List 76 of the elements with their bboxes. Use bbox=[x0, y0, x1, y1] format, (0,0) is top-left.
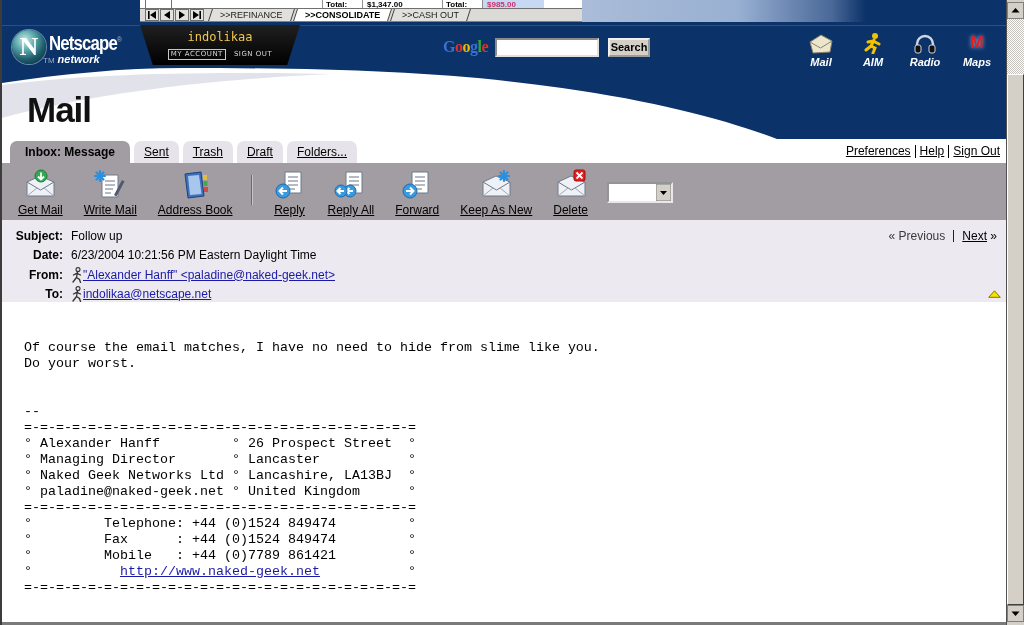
toolbar-button[interactable]: Reply All bbox=[327, 163, 375, 217]
next-link[interactable]: Next » bbox=[962, 227, 997, 244]
person-icon bbox=[71, 266, 82, 283]
folder-dropdown[interactable] bbox=[606, 182, 673, 203]
field-value: Follow up bbox=[71, 227, 123, 244]
header-link[interactable]: Preferences bbox=[845, 144, 911, 158]
signature-line: -- bbox=[24, 404, 40, 420]
toolbar-button[interactable]: Get Mail bbox=[18, 163, 63, 217]
toolbar-button[interactable]: Write Mail bbox=[83, 163, 137, 217]
offer-tab[interactable]: >>CONSOLIDATE bbox=[292, 9, 392, 21]
next-page-button[interactable] bbox=[175, 9, 189, 21]
message-text: Of course the email matches, I have no need to hide from slime like you. Do your worst. bbox=[24, 340, 600, 372]
page-title: Mail bbox=[27, 90, 92, 130]
field-label: Subject: bbox=[15, 227, 63, 244]
signature-line: ° Alexander Hanff ° 26 Prospect Street ° bbox=[24, 436, 416, 452]
offer-tab[interactable]: >>REFINANCE bbox=[208, 9, 295, 21]
folder-tab[interactable]: Sent bbox=[134, 141, 179, 163]
offer-tab[interactable]: >>CASH OUT bbox=[389, 9, 471, 21]
folder-tab[interactable]: Folders... bbox=[286, 141, 357, 163]
caret-icon bbox=[655, 184, 671, 201]
total-amount: $985.00 bbox=[482, 0, 544, 8]
scroll-up-button[interactable] bbox=[1007, 2, 1024, 19]
signature-line: ° Managing Director ° Lancaster ° bbox=[24, 452, 416, 468]
toolbar-button[interactable]: Reply bbox=[272, 163, 307, 217]
envelope-icon bbox=[808, 32, 834, 54]
first-page-button[interactable] bbox=[145, 9, 159, 21]
headphones-icon bbox=[912, 32, 938, 54]
maps-logo: M bbox=[970, 33, 984, 53]
header-link[interactable]: Help bbox=[919, 144, 945, 158]
signature-line: ° Mobile : +44 (0)7789 861421 ° bbox=[24, 548, 416, 564]
brand-name: Netscape$^{®}$ bbox=[49, 30, 122, 54]
previous-page-button[interactable] bbox=[160, 9, 174, 21]
last-page-icon bbox=[193, 11, 201, 19]
service-link[interactable]: Radio bbox=[899, 25, 951, 69]
service-link[interactable]: AIM bbox=[847, 25, 899, 69]
previous-page-icon bbox=[163, 11, 171, 19]
up-triangle-icon[interactable] bbox=[988, 290, 1001, 298]
brand-tagline: network bbox=[57, 53, 100, 66]
field-value: 6/23/2004 10:21:56 PM Eastern Daylight Time bbox=[71, 246, 317, 263]
field-label: Date: bbox=[33, 246, 63, 263]
envelope-down-arrow-icon bbox=[23, 169, 58, 199]
contact-link[interactable]: indolikaa@netscape.net bbox=[83, 285, 212, 302]
trademark: TM bbox=[43, 56, 55, 66]
folder-tab[interactable]: Inbox: Message bbox=[10, 141, 131, 163]
last-page-button[interactable] bbox=[190, 9, 204, 21]
signature-line: =-=-=-=-=-=-=-=-=-=-=-=-=-=-=-=-=-=-=-=-=-=-=-=-= bbox=[24, 420, 416, 436]
contact-link[interactable]: "Alexander Hanff" <paladine@naked-geek.net> bbox=[83, 266, 335, 283]
toolbar-button[interactable]: Keep As New bbox=[460, 163, 533, 217]
header-link[interactable]: Sign Out bbox=[953, 144, 1000, 158]
signature-line: =-=-=-=-=-=-=-=-=-=-=-=-=-=-=-=-=-=-=-=-=-=-=-=-= bbox=[24, 500, 416, 516]
next-page-icon bbox=[178, 11, 186, 19]
service-link[interactable]: Mail bbox=[795, 25, 847, 69]
person-icon bbox=[71, 285, 82, 302]
first-page-icon bbox=[148, 11, 156, 19]
website-link[interactable]: http://www.naked-geek.net bbox=[120, 564, 320, 579]
folder-tab[interactable]: Trash bbox=[182, 141, 233, 163]
toolbar-button[interactable]: Delete bbox=[553, 163, 588, 217]
signature-line: ° Telephone: +44 (0)1524 849474 ° bbox=[24, 516, 416, 532]
field-label: From: bbox=[29, 266, 63, 283]
envelope-star-icon bbox=[479, 169, 514, 199]
previous-link: « Previous bbox=[888, 227, 946, 244]
signature-line: ° paladine@naked-geek.net ° United Kingdom ° bbox=[24, 484, 416, 500]
toolbar-button[interactable]: Forward bbox=[395, 163, 440, 217]
signature-line: ° Naked Geek Networks Ltd ° Lancashire, LA13BJ ° bbox=[24, 468, 416, 484]
signature-line: =-=-=-=-=-=-=-=-=-=-=-=-=-=-=-=-=-=-=-=-=-=-=-=-= bbox=[24, 580, 416, 596]
total-label: Total: bbox=[322, 0, 362, 8]
service-link[interactable]: M Maps bbox=[951, 25, 1003, 69]
scroll-down-button[interactable] bbox=[1007, 605, 1024, 622]
field-label: To: bbox=[45, 285, 63, 302]
username: indolikaa bbox=[187, 30, 253, 44]
folder-tab[interactable]: Draft bbox=[236, 141, 283, 163]
signature-line: ° http://www.naked-geek.net ° bbox=[24, 564, 416, 580]
signature-line: ° Fax : +44 (0)1524 849474 ° bbox=[24, 532, 416, 548]
total-amount: $1,347.00 bbox=[362, 0, 417, 8]
google-logo: Google bbox=[443, 38, 488, 56]
toolbar-button[interactable]: Address Book bbox=[157, 163, 233, 217]
